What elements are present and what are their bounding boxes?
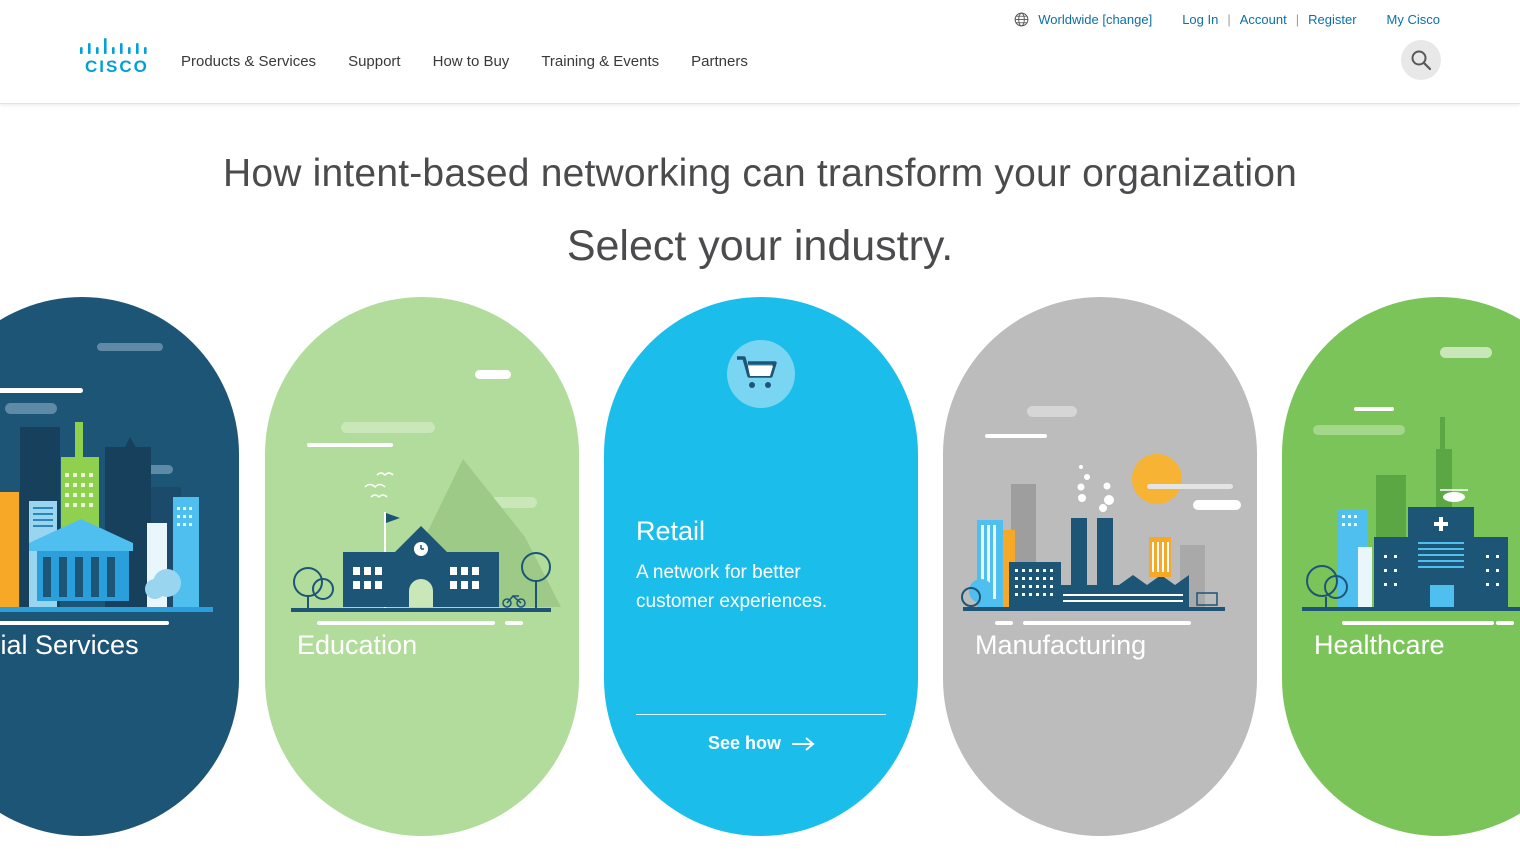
- industry-card-financial-services[interactable]: ancial Services: [0, 297, 239, 836]
- nav-training-events[interactable]: Training & Events: [541, 53, 659, 70]
- page-headline: How intent-based networking can transfor…: [222, 152, 1298, 195]
- search-button[interactable]: [1401, 40, 1441, 80]
- industry-card-education[interactable]: Education: [265, 297, 579, 836]
- arrow-right-icon: [792, 736, 815, 751]
- utility-nav: Worldwide [change] Log In | Account | Re…: [1014, 12, 1440, 27]
- healthcare-hospital-illustration: [1302, 347, 1520, 625]
- register-link[interactable]: Register: [1308, 12, 1356, 27]
- nav-support[interactable]: Support: [348, 53, 401, 70]
- industry-card-retail[interactable]: Retail A network for better customer exp…: [604, 297, 918, 836]
- globe-icon: [1014, 12, 1029, 27]
- card-label-manufacturing: Manufacturing: [975, 630, 1147, 660]
- financial-city-illustration: [0, 343, 213, 625]
- worldwide-change-link[interactable]: Worldwide [change]: [1038, 12, 1152, 27]
- education-school-illustration: [291, 370, 561, 625]
- nav-how-to-buy[interactable]: How to Buy: [433, 53, 510, 70]
- manufacturing-factory-illustration: [961, 406, 1241, 625]
- industry-card-manufacturing[interactable]: Manufacturing: [943, 297, 1257, 836]
- see-how-label: See how: [708, 733, 782, 753]
- separator: |: [1295, 12, 1300, 27]
- card-description-retail: A network for better customer experience…: [636, 562, 828, 612]
- cisco-wordmark[interactable]: CISCO: [85, 57, 149, 77]
- site-header: CISCO Products & Services Support How to…: [0, 0, 1520, 104]
- login-link[interactable]: Log In: [1182, 12, 1218, 27]
- card-label-education: Education: [297, 630, 418, 660]
- nav-partners[interactable]: Partners: [691, 53, 748, 70]
- see-how-link[interactable]: See how: [708, 733, 815, 754]
- my-cisco-link[interactable]: My Cisco: [1387, 12, 1440, 27]
- separator: |: [1227, 12, 1231, 27]
- card-label-retail: Retail: [636, 516, 706, 546]
- search-icon: [1411, 50, 1432, 71]
- card-label-financial-services: ancial Services: [0, 630, 139, 660]
- account-link[interactable]: Account: [1240, 12, 1287, 27]
- card-divider: [636, 714, 886, 715]
- card-label-healthcare: Healthcare: [1314, 630, 1445, 660]
- cart-icon: [727, 340, 795, 408]
- page-subheadline: Select your industry.: [566, 222, 954, 270]
- industry-card-healthcare[interactable]: Healthcare: [1282, 297, 1520, 836]
- nav-products-services[interactable]: Products & Services: [181, 53, 316, 70]
- main-nav: Products & Services Support How to Buy T…: [181, 53, 780, 70]
